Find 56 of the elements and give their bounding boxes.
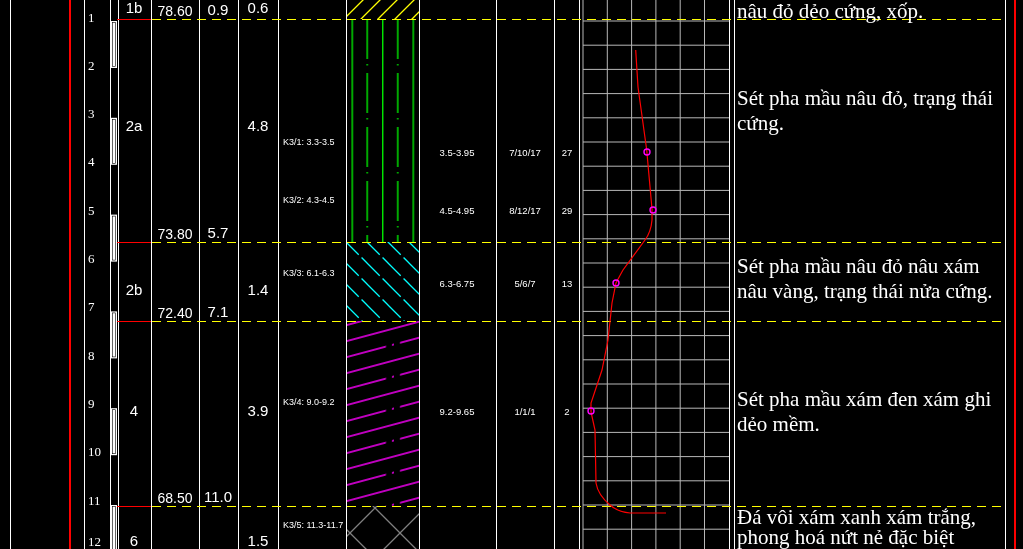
spt-blow-counts: 5/6/7 xyxy=(514,277,536,289)
sample-label: K3/2: 4.3-4.5 xyxy=(283,194,335,206)
elevation-value: 78.60 xyxy=(157,4,193,19)
depth-value: 0.9 xyxy=(207,2,229,18)
depth-label: 7 xyxy=(88,299,95,315)
depth-label: 12 xyxy=(88,534,101,549)
depth-value: 11.0 xyxy=(203,489,233,505)
spt-interval: 6.3-6.75 xyxy=(439,277,475,289)
spt-blow-counts: 7/10/17 xyxy=(509,146,541,158)
thickness-value: 0.6 xyxy=(247,0,269,16)
layer-description: Sét pha mầu nâu đỏ, trạng thái cứng. xyxy=(737,86,995,136)
layer-number: 6 xyxy=(129,533,139,549)
layer-number: 1b xyxy=(125,0,143,16)
data-point xyxy=(587,407,595,415)
layer-description: Đá vôi xám xanh xám trắng, phong hoá nứt nẻ đặc biệt xyxy=(737,507,978,547)
depth-label: 9 xyxy=(88,395,95,411)
spt-interval: 4.5-4.95 xyxy=(439,204,475,216)
spt-interval: 3.5-3.95 xyxy=(439,146,475,158)
layer-number: 2a xyxy=(125,118,143,134)
depth-label: 6 xyxy=(88,251,95,266)
layer-description: Sét pha mầu nâu đỏ nâu xám nâu vàng, trạng thái nửa cứng. xyxy=(737,254,994,304)
layer-description: nâu đỏ dẻo cứng, xốp. xyxy=(737,0,925,22)
thickness-value: 4.8 xyxy=(247,118,269,134)
depth-label: 3 xyxy=(88,106,95,122)
depth-label: 2 xyxy=(88,57,95,73)
elevation-value: 68.50 xyxy=(157,491,193,506)
depth-label: 5 xyxy=(88,202,95,218)
depth-value: 5.7 xyxy=(207,225,229,241)
spt-n-value: 27 xyxy=(561,146,573,158)
data-point xyxy=(612,279,620,287)
layer-number: 4 xyxy=(129,403,139,419)
thickness-value: 1.5 xyxy=(247,533,269,549)
depth-label: 11 xyxy=(88,492,101,508)
spt-n-value: 2 xyxy=(564,405,570,417)
data-point xyxy=(643,148,651,156)
spt-blow-counts: 1/1/1 xyxy=(514,405,536,417)
spt-blow-counts: 8/12/17 xyxy=(509,204,541,216)
depth-label: 8 xyxy=(88,347,95,363)
sample-label: K3/3: 6.1-6.3 xyxy=(283,267,335,279)
spt-n-value: 29 xyxy=(561,204,573,216)
thickness-value: 3.9 xyxy=(247,403,269,419)
depth-label: 1 xyxy=(88,9,95,25)
spt-n-value: 13 xyxy=(561,277,573,289)
data-point xyxy=(649,206,657,214)
sample-label: K3/1: 3.3-3.5 xyxy=(283,136,335,148)
depth-value: 7.1 xyxy=(207,304,229,320)
depth-label: 4 xyxy=(88,154,95,170)
elevation-value: 73.80 xyxy=(157,227,193,242)
layer-number: 2b xyxy=(125,282,143,298)
spt-interval: 9.2-9.65 xyxy=(439,405,475,417)
elevation-value: 72.40 xyxy=(157,306,193,321)
depth-label: 10 xyxy=(88,444,101,460)
sample-label: K3/5: 11.3-11.7 xyxy=(283,519,344,531)
thickness-value: 1.4 xyxy=(247,282,269,298)
layer-description: Sét pha mầu xám đen xám ghi dẻo mềm. xyxy=(737,387,993,437)
sample-label: K3/4: 9.0-9.2 xyxy=(283,396,335,408)
